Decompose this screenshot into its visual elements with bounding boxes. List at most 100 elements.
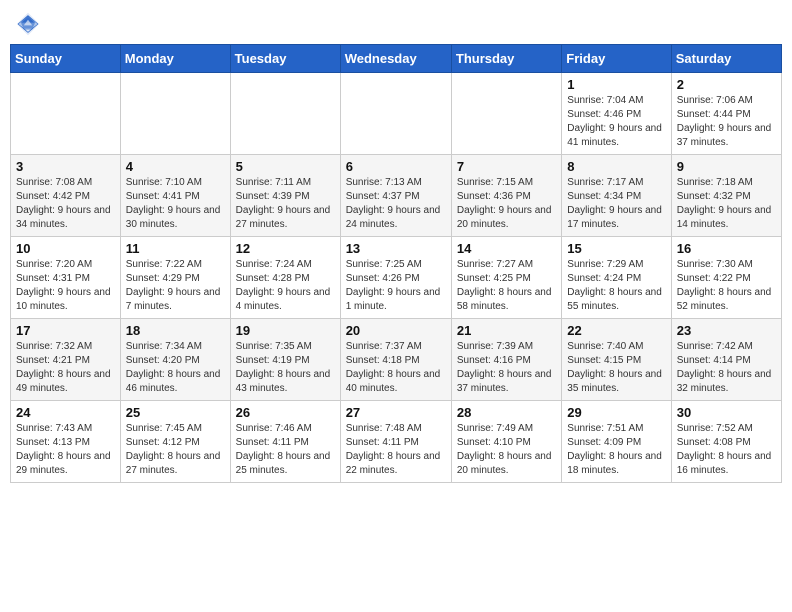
day-info: Sunrise: 7:11 AM Sunset: 4:39 PM Dayligh… [236, 176, 335, 232]
day-info: Sunrise: 7:22 AM Sunset: 4:29 PM Dayligh… [126, 258, 225, 314]
day-number: 15 [567, 241, 665, 256]
day-info: Sunrise: 7:08 AM Sunset: 4:42 PM Dayligh… [16, 176, 115, 232]
calendar-cell: 29 Sunrise: 7:51 AM Sunset: 4:09 PM Dayli… [562, 401, 671, 483]
day-number: 9 [677, 159, 776, 174]
calendar-cell: 21 Sunrise: 7:39 AM Sunset: 4:16 PM Dayli… [451, 319, 561, 401]
logo-icon [14, 10, 42, 38]
day-info: Sunrise: 7:32 AM Sunset: 4:21 PM Dayligh… [16, 340, 115, 396]
day-info: Sunrise: 7:13 AM Sunset: 4:37 PM Dayligh… [346, 176, 446, 232]
calendar-cell: 20 Sunrise: 7:37 AM Sunset: 4:18 PM Dayli… [340, 319, 451, 401]
calendar-cell [340, 73, 451, 155]
day-info: Sunrise: 7:49 AM Sunset: 4:10 PM Dayligh… [457, 422, 556, 478]
day-number: 22 [567, 323, 665, 338]
day-info: Sunrise: 7:34 AM Sunset: 4:20 PM Dayligh… [126, 340, 225, 396]
calendar-cell: 16Sunrise: 7:30 AM Sunset: 4:22 PM Dayli… [671, 237, 781, 319]
calendar-cell: 11 Sunrise: 7:22 AM Sunset: 4:29 PM Dayli… [120, 237, 230, 319]
calendar-body: 1 Sunrise: 7:04 AM Sunset: 4:46 PM Daylig… [11, 73, 782, 483]
calendar-cell [451, 73, 561, 155]
weekday-monday: Monday [120, 45, 230, 73]
day-number: 6 [346, 159, 446, 174]
calendar-cell: 9 Sunrise: 7:18 AM Sunset: 4:32 PM Daylig… [671, 155, 781, 237]
calendar-cell: 23Sunrise: 7:42 AM Sunset: 4:14 PM Dayli… [671, 319, 781, 401]
calendar-cell: 3Sunrise: 7:08 AM Sunset: 4:42 PM Daylig… [11, 155, 121, 237]
day-info: Sunrise: 7:06 AM Sunset: 4:44 PM Dayligh… [677, 94, 776, 150]
day-info: Sunrise: 7:43 AM Sunset: 4:13 PM Dayligh… [16, 422, 115, 478]
week-row-4: 17 Sunrise: 7:32 AM Sunset: 4:21 PM Dayli… [11, 319, 782, 401]
day-info: Sunrise: 7:37 AM Sunset: 4:18 PM Dayligh… [346, 340, 446, 396]
day-number: 4 [126, 159, 225, 174]
calendar-cell [120, 73, 230, 155]
day-info: Sunrise: 7:15 AM Sunset: 4:36 PM Dayligh… [457, 176, 556, 232]
day-info: Sunrise: 7:10 AM Sunset: 4:41 PM Dayligh… [126, 176, 225, 232]
day-number: 25 [126, 405, 225, 420]
day-number: 2 [677, 77, 776, 92]
calendar-cell: 28Sunrise: 7:49 AM Sunset: 4:10 PM Dayli… [451, 401, 561, 483]
calendar-cell: 4 Sunrise: 7:10 AM Sunset: 4:41 PM Daylig… [120, 155, 230, 237]
day-number: 21 [457, 323, 556, 338]
calendar-cell: 24 Sunrise: 7:43 AM Sunset: 4:13 PM Dayli… [11, 401, 121, 483]
day-number: 14 [457, 241, 556, 256]
day-number: 10 [16, 241, 115, 256]
day-number: 5 [236, 159, 335, 174]
calendar-cell: 14 Sunrise: 7:27 AM Sunset: 4:25 PM Dayli… [451, 237, 561, 319]
calendar-cell: 25Sunrise: 7:45 AM Sunset: 4:12 PM Dayli… [120, 401, 230, 483]
weekday-wednesday: Wednesday [340, 45, 451, 73]
day-number: 30 [677, 405, 776, 420]
day-number: 18 [126, 323, 225, 338]
day-number: 17 [16, 323, 115, 338]
day-info: Sunrise: 7:29 AM Sunset: 4:24 PM Dayligh… [567, 258, 665, 314]
calendar-cell [11, 73, 121, 155]
logo [14, 10, 46, 38]
weekday-friday: Friday [562, 45, 671, 73]
calendar-cell: 22 Sunrise: 7:40 AM Sunset: 4:15 PM Dayli… [562, 319, 671, 401]
weekday-saturday: Saturday [671, 45, 781, 73]
calendar-cell [230, 73, 340, 155]
weekday-sunday: Sunday [11, 45, 121, 73]
day-number: 20 [346, 323, 446, 338]
day-number: 13 [346, 241, 446, 256]
day-number: 27 [346, 405, 446, 420]
calendar-cell: 19 Sunrise: 7:35 AM Sunset: 4:19 PM Dayli… [230, 319, 340, 401]
calendar-table: SundayMondayTuesdayWednesdayThursdayFrid… [10, 44, 782, 483]
day-info: Sunrise: 7:46 AM Sunset: 4:11 PM Dayligh… [236, 422, 335, 478]
day-info: Sunrise: 7:27 AM Sunset: 4:25 PM Dayligh… [457, 258, 556, 314]
day-number: 1 [567, 77, 665, 92]
calendar-cell: 30 Sunrise: 7:52 AM Sunset: 4:08 PM Dayli… [671, 401, 781, 483]
day-number: 19 [236, 323, 335, 338]
day-number: 11 [126, 241, 225, 256]
weekday-header-row: SundayMondayTuesdayWednesdayThursdayFrid… [11, 45, 782, 73]
day-number: 7 [457, 159, 556, 174]
calendar-cell: 7 Sunrise: 7:15 AM Sunset: 4:36 PM Daylig… [451, 155, 561, 237]
week-row-1: 1 Sunrise: 7:04 AM Sunset: 4:46 PM Daylig… [11, 73, 782, 155]
day-info: Sunrise: 7:24 AM Sunset: 4:28 PM Dayligh… [236, 258, 335, 314]
calendar-cell: 18 Sunrise: 7:34 AM Sunset: 4:20 PM Dayli… [120, 319, 230, 401]
week-row-3: 10Sunrise: 7:20 AM Sunset: 4:31 PM Dayli… [11, 237, 782, 319]
day-info: Sunrise: 7:04 AM Sunset: 4:46 PM Dayligh… [567, 94, 665, 150]
calendar-cell: 17 Sunrise: 7:32 AM Sunset: 4:21 PM Dayli… [11, 319, 121, 401]
day-number: 26 [236, 405, 335, 420]
calendar-cell: 26 Sunrise: 7:46 AM Sunset: 4:11 PM Dayli… [230, 401, 340, 483]
calendar-cell: 27Sunrise: 7:48 AM Sunset: 4:11 PM Dayli… [340, 401, 451, 483]
weekday-tuesday: Tuesday [230, 45, 340, 73]
page-header [10, 10, 782, 38]
day-info: Sunrise: 7:51 AM Sunset: 4:09 PM Dayligh… [567, 422, 665, 478]
day-number: 16 [677, 241, 776, 256]
day-number: 24 [16, 405, 115, 420]
weekday-thursday: Thursday [451, 45, 561, 73]
day-info: Sunrise: 7:25 AM Sunset: 4:26 PM Dayligh… [346, 258, 446, 314]
day-info: Sunrise: 7:35 AM Sunset: 4:19 PM Dayligh… [236, 340, 335, 396]
week-row-5: 24 Sunrise: 7:43 AM Sunset: 4:13 PM Dayli… [11, 401, 782, 483]
day-number: 29 [567, 405, 665, 420]
calendar-cell: 13 Sunrise: 7:25 AM Sunset: 4:26 PM Dayli… [340, 237, 451, 319]
day-info: Sunrise: 7:52 AM Sunset: 4:08 PM Dayligh… [677, 422, 776, 478]
day-info: Sunrise: 7:39 AM Sunset: 4:16 PM Dayligh… [457, 340, 556, 396]
calendar-cell: 15 Sunrise: 7:29 AM Sunset: 4:24 PM Dayli… [562, 237, 671, 319]
week-row-2: 3Sunrise: 7:08 AM Sunset: 4:42 PM Daylig… [11, 155, 782, 237]
day-info: Sunrise: 7:40 AM Sunset: 4:15 PM Dayligh… [567, 340, 665, 396]
calendar-cell: 2 Sunrise: 7:06 AM Sunset: 4:44 PM Daylig… [671, 73, 781, 155]
day-info: Sunrise: 7:18 AM Sunset: 4:32 PM Dayligh… [677, 176, 776, 232]
calendar-cell: 6 Sunrise: 7:13 AM Sunset: 4:37 PM Daylig… [340, 155, 451, 237]
day-number: 12 [236, 241, 335, 256]
calendar-cell: 5 Sunrise: 7:11 AM Sunset: 4:39 PM Daylig… [230, 155, 340, 237]
day-number: 8 [567, 159, 665, 174]
